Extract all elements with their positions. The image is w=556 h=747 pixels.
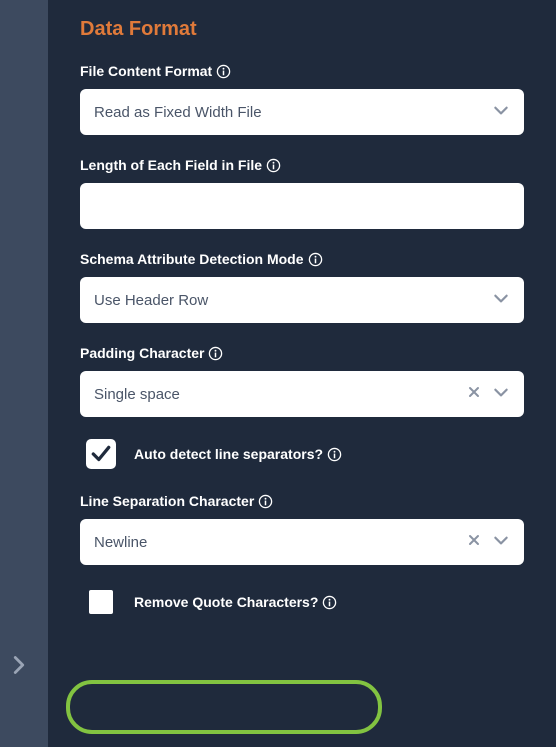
- label-text: Schema Attribute Detection Mode: [80, 251, 304, 267]
- clear-icon[interactable]: [466, 532, 482, 553]
- field-line-sep-char: Line Separation Character Newline: [80, 493, 524, 565]
- schema-attr-mode-select[interactable]: Use Header Row: [80, 277, 524, 323]
- chevron-down-icon: [492, 101, 510, 123]
- info-icon[interactable]: [208, 346, 223, 361]
- label-text: Line Separation Character: [80, 493, 254, 509]
- label-text: Length of Each Field in File: [80, 157, 262, 173]
- chevron-down-icon: [492, 289, 510, 311]
- remove-quote-checkbox[interactable]: [86, 587, 116, 617]
- field-label: Schema Attribute Detection Mode: [80, 251, 524, 267]
- select-value: Newline: [94, 534, 456, 551]
- chevron-down-icon: [492, 383, 510, 405]
- data-format-panel: Data Format File Content Format Read as …: [48, 0, 556, 747]
- field-label: Line Separation Character: [80, 493, 524, 509]
- info-icon[interactable]: [216, 64, 231, 79]
- field-label: File Content Format: [80, 63, 524, 79]
- label-text: File Content Format: [80, 63, 212, 79]
- file-content-format-select[interactable]: Read as Fixed Width File: [80, 89, 524, 135]
- checkbox-label: Auto detect line separators?: [134, 446, 342, 462]
- checkmark-icon: [90, 443, 112, 465]
- remove-quote-row: Remove Quote Characters?: [80, 587, 524, 617]
- section-title: Data Format: [80, 18, 524, 41]
- field-label: Padding Character: [80, 345, 524, 361]
- checkbox-label: Remove Quote Characters?: [134, 594, 337, 610]
- field-file-content-format: File Content Format Read as Fixed Width …: [80, 63, 524, 135]
- info-icon[interactable]: [327, 447, 342, 462]
- label-text: Padding Character: [80, 345, 204, 361]
- auto-detect-line-sep-checkbox[interactable]: [86, 439, 116, 469]
- info-icon[interactable]: [266, 158, 281, 173]
- info-icon[interactable]: [322, 595, 337, 610]
- left-rail: [0, 0, 48, 747]
- auto-detect-line-sep-row: Auto detect line separators?: [80, 439, 524, 469]
- label-text: Auto detect line separators?: [134, 446, 323, 462]
- padding-char-select[interactable]: Single space: [80, 371, 524, 417]
- field-length-each-field: Length of Each Field in File: [80, 157, 524, 229]
- field-schema-attr-mode: Schema Attribute Detection Mode Use Head…: [80, 251, 524, 323]
- chevron-down-icon: [492, 531, 510, 553]
- info-icon[interactable]: [308, 252, 323, 267]
- length-each-field-input[interactable]: [80, 183, 524, 229]
- select-value: Use Header Row: [94, 292, 482, 309]
- info-icon[interactable]: [258, 494, 273, 509]
- label-text: Remove Quote Characters?: [134, 594, 318, 610]
- select-value: Single space: [94, 386, 456, 403]
- field-label: Length of Each Field in File: [80, 157, 524, 173]
- clear-icon[interactable]: [466, 384, 482, 405]
- expand-panel-icon[interactable]: [12, 655, 26, 680]
- select-value: Read as Fixed Width File: [94, 104, 482, 121]
- line-sep-char-select[interactable]: Newline: [80, 519, 524, 565]
- field-padding-char: Padding Character Single space: [80, 345, 524, 417]
